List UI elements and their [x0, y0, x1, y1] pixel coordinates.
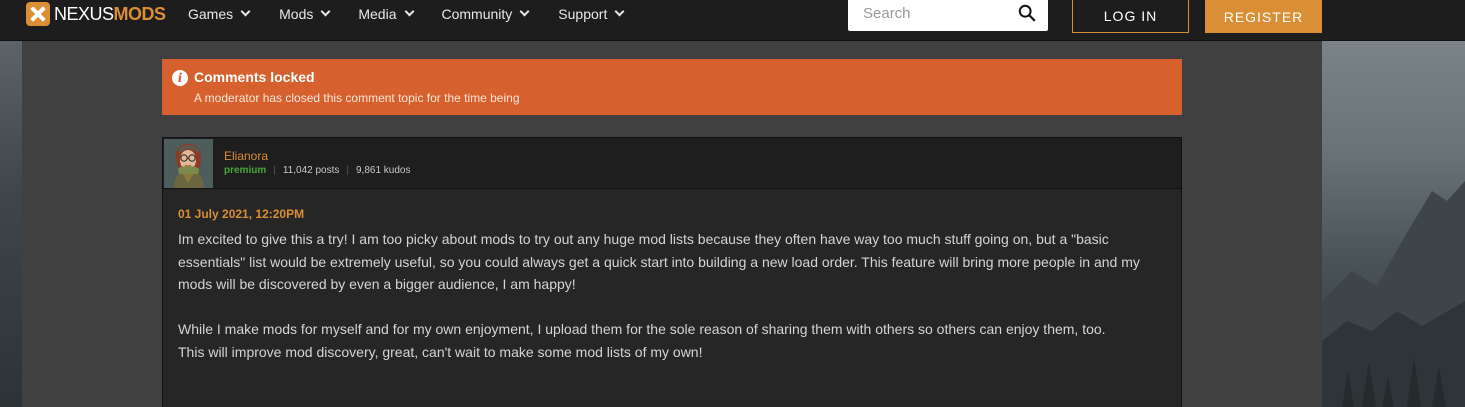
background-scenery-left	[0, 41, 22, 407]
nav-item-label: Community	[441, 5, 513, 22]
alert-message: A moderator has closed this comment topi…	[194, 91, 520, 105]
nav-item-label: Media	[358, 5, 397, 22]
main-menu: Games Mods Media Community Support	[188, 0, 625, 27]
nav-item-media[interactable]: Media	[358, 5, 414, 22]
nexusmods-logo[interactable]: NEXUSMODS	[26, 2, 166, 26]
separator: |	[346, 165, 349, 176]
search-icon[interactable]	[1018, 4, 1036, 22]
avatar[interactable]	[164, 139, 213, 188]
register-button[interactable]: REGISTER	[1205, 0, 1322, 33]
search-box	[848, 0, 1048, 31]
logo-text-nexus: NEXUS	[54, 3, 114, 24]
author-name[interactable]: Elianora	[224, 149, 268, 163]
logo-icon	[26, 2, 50, 26]
nav-item-label: Mods	[279, 5, 314, 22]
search-input[interactable]	[863, 0, 1023, 27]
comment: Elianora premium | 11,042 posts | 9,861 …	[162, 137, 1182, 407]
comment-body: Im excited to give this a try! I am too …	[178, 228, 1158, 363]
logo-text-mods: MODS	[113, 3, 167, 24]
separator: |	[273, 165, 276, 176]
post-count: 11,042 posts	[282, 165, 340, 176]
comment-date: 01 July 2021, 12:20PM	[178, 207, 305, 221]
info-icon: i	[172, 70, 188, 86]
chevron-down-icon	[519, 6, 530, 17]
chevron-down-icon	[240, 6, 251, 17]
comment-paragraph: While I make mods for myself and for my …	[178, 321, 1106, 337]
comment-paragraph: Im excited to give this a try! I am too …	[178, 231, 1140, 292]
chevron-down-icon	[404, 6, 414, 17]
alert-title: Comments locked	[194, 69, 315, 85]
chevron-down-icon	[320, 6, 331, 17]
nav-item-games[interactable]: Games	[188, 5, 251, 22]
comments-locked-alert: i Comments locked A moderator has closed…	[162, 59, 1182, 115]
membership-badge: premium	[224, 165, 267, 176]
chevron-down-icon	[614, 6, 625, 17]
nav-item-label: Support	[558, 5, 608, 22]
nav-item-support[interactable]: Support	[558, 5, 625, 22]
comment-header: Elianora premium | 11,042 posts | 9,861 …	[163, 138, 1181, 189]
nav-item-community[interactable]: Community	[441, 5, 530, 22]
login-button[interactable]: LOG IN	[1072, 0, 1189, 33]
kudos-count: 9,861 kudos	[355, 165, 411, 176]
background-scenery-right	[1322, 41, 1465, 407]
comment-paragraph: This will improve mod discovery, great, …	[178, 343, 703, 360]
nav-item-label: Games	[188, 5, 234, 22]
author-meta: premium | 11,042 posts | 9,861 kudos	[224, 165, 410, 176]
top-navbar: NEXUSMODS Games Mods Media Community Sup…	[0, 0, 1465, 41]
nav-item-mods[interactable]: Mods	[279, 5, 331, 22]
